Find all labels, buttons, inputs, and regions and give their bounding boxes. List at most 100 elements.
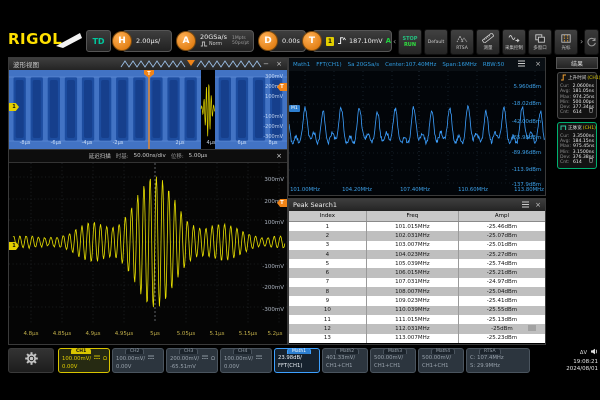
cell: 4 <box>289 250 366 259</box>
menu-icon[interactable] <box>521 201 530 210</box>
cell: -25.46dBm <box>458 222 545 231</box>
table-row[interactable]: 10110.039MHz-25.55dBm <box>289 306 545 315</box>
table-row[interactable]: 9109.023MHz-25.41dBm <box>289 296 545 305</box>
cell: -25.01dBm <box>458 241 545 250</box>
channel-box-ch2[interactable]: CH2100.00mV/0.00V <box>112 348 164 373</box>
dc-icon <box>147 354 155 363</box>
measurement-item[interactable]: 正脉宽(CH1)Cur:3.3500nsAvg:184.15nsMax:975.… <box>557 122 597 169</box>
math-scale: 401.33mV/ <box>326 354 364 362</box>
channel-scale: 100.00mV/ <box>62 355 91 363</box>
delay-knob[interactable]: D <box>258 31 278 51</box>
collapse-left-icon[interactable]: ‹ <box>393 37 396 46</box>
menu-icon[interactable] <box>517 60 526 69</box>
remove-icon[interactable] <box>588 98 594 117</box>
math1-marker[interactable]: M1 <box>289 105 300 112</box>
toolbar-button-default[interactable]: Default <box>424 29 448 55</box>
table-row[interactable]: 1101.015MHz-25.46dBm <box>289 222 545 231</box>
close-delayed-sweep-icon[interactable]: × <box>276 152 282 160</box>
mem-depth: 1Mpts <box>232 36 246 41</box>
toolbar-button-acquire[interactable]: 采集控制 <box>502 29 526 55</box>
channel-box-ch1[interactable]: CH1100.00mV/Ω0.00V <box>58 348 110 373</box>
waveform-nav-strip[interactable] <box>119 59 269 69</box>
math-scale: 500.00mV/ <box>422 354 460 362</box>
waveform-window-titlebar[interactable]: 波形视图 − × <box>9 58 287 70</box>
acquire-knob[interactable]: A <box>176 31 196 51</box>
mode-badge[interactable]: TD <box>86 30 111 52</box>
offset-label: 位移: <box>171 152 184 160</box>
channel-box-ch4[interactable]: CH4100.00mV/0.00V <box>220 348 272 373</box>
minimize-icon[interactable]: − <box>263 61 269 68</box>
cell: 110.039MHz <box>366 306 458 315</box>
expand-right-icon[interactable]: › <box>580 37 583 46</box>
remove-icon[interactable] <box>588 148 594 167</box>
resize-grip-icon[interactable] <box>527 317 537 336</box>
channel-tab: CH1 <box>71 348 91 354</box>
acq-mode-icon <box>200 41 208 49</box>
table-row[interactable]: 2102.031MHz-25.07dBm <box>289 231 545 240</box>
channel-offset: 0.00V <box>224 363 268 371</box>
run-label: RUN <box>404 43 416 48</box>
delay-value: 0.00s <box>282 38 300 45</box>
delta-v-icon: ΔV <box>580 350 587 358</box>
math-box-math1[interactable]: Math123.98dB/FFT(CH1) <box>274 348 320 373</box>
trigger-knob[interactable]: T <box>302 31 322 51</box>
math-func: CH1+CH1 <box>374 362 412 370</box>
cell: 1 <box>289 222 366 231</box>
table-row[interactable]: 3103.007MHz-25.01dBm <box>289 241 545 250</box>
math-box-math4[interactable]: Math4500.00mV/CH1+CH1 <box>418 348 464 373</box>
settings-button[interactable] <box>8 348 54 373</box>
table-row[interactable]: 12112.031MHz-25dBm <box>289 324 545 333</box>
toolbar-button-rtsa[interactable]: RTSA <box>450 29 474 55</box>
results-title: 结果 <box>556 57 598 69</box>
zoom-plot[interactable]: 300mV200mV100mV-100mV-200mV-300mV4.8μs4.… <box>9 163 287 344</box>
fft-header[interactable]: Math1 FFT(CH1) Sa 20GSa/s Center:107.40M… <box>289 58 545 71</box>
rtsa-box[interactable]: RTSAC: 107.4MHzS: 29.9MHz <box>466 348 530 373</box>
toolbar-button-cursor[interactable]: 光标 <box>554 29 578 55</box>
peak-search-titlebar[interactable]: Peak Search1 × <box>289 199 545 211</box>
toolbar-buttons: STOPRUNDefaultRTSA测量采集控制多窗口光标 <box>398 29 578 55</box>
cell: -25.04dBm <box>458 287 545 296</box>
refresh-button[interactable] <box>584 29 599 55</box>
field-value: 614 <box>573 110 582 115</box>
math-box-math3[interactable]: Math3500.00mV/CH1+CH1 <box>370 348 416 373</box>
table-row[interactable]: 4104.023MHz-25.27dBm <box>289 250 545 259</box>
field-value: 614 <box>573 160 582 165</box>
measurement-item[interactable]: 上升时间(CH1)Cur:2.0600nsAvg:181.05nsMax:974… <box>557 72 597 119</box>
col-freq: Freq <box>366 211 458 221</box>
peak-search-title: Peak Search1 <box>293 201 337 209</box>
math-box-math2[interactable]: Math2401.33mV/CH1+CH1 <box>322 348 368 373</box>
measure-icon <box>482 33 494 45</box>
table-row[interactable]: 6106.015MHz-25.21dBm <box>289 268 545 277</box>
table-row[interactable]: 7107.031MHz-24.97dBm <box>289 278 545 287</box>
toolbar-button-run-stop[interactable]: STOPRUN <box>398 29 422 55</box>
channel-scale: 200.00mV/ <box>170 355 199 363</box>
close-icon[interactable]: × <box>535 61 541 68</box>
channel-box-ch3[interactable]: CH3200.00mV/Ω-65.51mV <box>166 348 218 373</box>
channel-scale: 100.00mV/ <box>116 355 145 363</box>
speaker-icon[interactable] <box>590 348 598 359</box>
math-tab: Math2 <box>335 348 359 354</box>
channel-tab: CH2 <box>125 348 144 354</box>
acquire-display[interactable]: 20GSa/s Norm 1Mpts 50ps/pt <box>186 30 254 52</box>
channel-scale: 100.00mV/ <box>224 355 253 363</box>
toolbar-button-multi-window[interactable]: 多窗口 <box>528 29 552 55</box>
table-row[interactable]: 5105.039MHz-25.74dBm <box>289 259 545 268</box>
rise-meas-icon <box>560 74 567 84</box>
trigger-display[interactable]: 1 187.10mV A <box>312 30 392 52</box>
time-display: 19:08:21 <box>540 359 598 367</box>
close-icon[interactable]: × <box>276 61 282 68</box>
toolbar-button-measure[interactable]: 测量 <box>476 29 500 55</box>
rtsa-span: S: 29.9MHz <box>470 362 526 370</box>
close-icon[interactable]: × <box>535 202 541 209</box>
horizontal-knob[interactable]: H <box>112 31 132 51</box>
results-sidebar: 结果 上升时间(CH1)Cur:2.0600nsAvg:181.05nsMax:… <box>556 57 598 345</box>
fft-plot[interactable]: 5.960dBm-18.02dBm-42.00dBm-65.98dBm-89.9… <box>289 71 545 195</box>
table-row[interactable]: 11111.015MHz-25.13dBm <box>289 315 545 324</box>
width-meas-icon <box>560 124 567 134</box>
table-row[interactable]: 8108.007MHz-25.04dBm <box>289 287 545 296</box>
cell: 101.015MHz <box>366 222 458 231</box>
overview-plot[interactable]: 300mV200mV100mV-100mV-200mV-300mV-8μs-6μ… <box>9 70 287 149</box>
fft-window: Math1 FFT(CH1) Sa 20GSa/s Center:107.40M… <box>288 57 546 196</box>
measurement-list: 上升时间(CH1)Cur:2.0600nsAvg:181.05nsMax:974… <box>556 72 598 169</box>
table-row[interactable]: 13113.007MHz-25.23dBm <box>289 334 545 343</box>
